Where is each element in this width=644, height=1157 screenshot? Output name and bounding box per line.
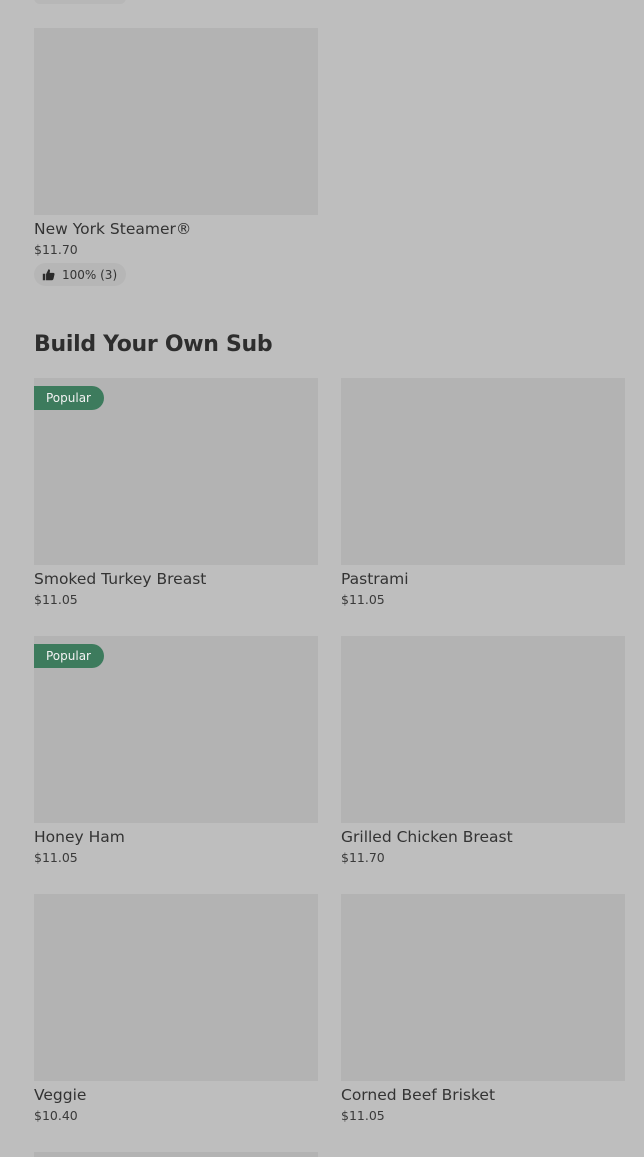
popular-badge: Popular bbox=[34, 644, 104, 668]
next-item-image-clipped[interactable] bbox=[34, 1152, 318, 1157]
item-image bbox=[34, 28, 318, 215]
menu-item-card-veggie[interactable]: Veggie $10.40 bbox=[34, 894, 318, 1123]
item-price: $11.05 bbox=[341, 1108, 385, 1123]
item-name: Pastrami bbox=[341, 570, 409, 588]
item-name: Corned Beef Brisket bbox=[341, 1086, 496, 1104]
menu-item-card-pastrami[interactable]: Pastrami $11.05 bbox=[341, 378, 625, 607]
item-price: $11.05 bbox=[34, 850, 78, 865]
item-image bbox=[341, 894, 625, 1081]
item-price: $11.05 bbox=[341, 592, 385, 607]
rating-badge: 100% (3) bbox=[34, 263, 127, 286]
section-title: Build Your Own Sub bbox=[34, 332, 273, 357]
item-price: $11.05 bbox=[34, 592, 78, 607]
popular-badge: Popular bbox=[34, 386, 104, 410]
item-name: New York Steamer® bbox=[34, 220, 192, 238]
item-image: Popular bbox=[34, 636, 318, 823]
menu-item-card-new-york-steamer[interactable]: New York Steamer® $11.70 100% (3) bbox=[34, 28, 318, 286]
item-price: $11.70 bbox=[341, 850, 385, 865]
item-image: Popular bbox=[34, 378, 318, 565]
item-name: Grilled Chicken Breast bbox=[341, 828, 513, 846]
thumbs-up-icon bbox=[42, 269, 55, 281]
menu-item-card-honey-ham[interactable]: Popular Honey Ham $11.05 bbox=[34, 636, 318, 865]
menu-item-card-grilled-chicken-breast[interactable]: Grilled Chicken Breast $11.70 bbox=[341, 636, 625, 865]
item-price: $10.40 bbox=[34, 1108, 78, 1123]
item-image bbox=[34, 894, 318, 1081]
menu-item-card-corned-beef-brisket[interactable]: Corned Beef Brisket $11.05 bbox=[341, 894, 625, 1123]
item-price: $11.70 bbox=[34, 242, 78, 257]
previous-item-rating-clipped bbox=[34, 0, 126, 4]
item-image bbox=[341, 636, 625, 823]
menu-item-card-smoked-turkey-breast[interactable]: Popular Smoked Turkey Breast $11.05 bbox=[34, 378, 318, 607]
item-name: Smoked Turkey Breast bbox=[34, 570, 207, 588]
item-image bbox=[341, 378, 625, 565]
menu-page: New York Steamer® $11.70 100% (3) Build … bbox=[0, 0, 644, 1157]
item-name: Honey Ham bbox=[34, 828, 125, 846]
rating-text: 100% (3) bbox=[62, 267, 118, 282]
item-name: Veggie bbox=[34, 1086, 87, 1104]
